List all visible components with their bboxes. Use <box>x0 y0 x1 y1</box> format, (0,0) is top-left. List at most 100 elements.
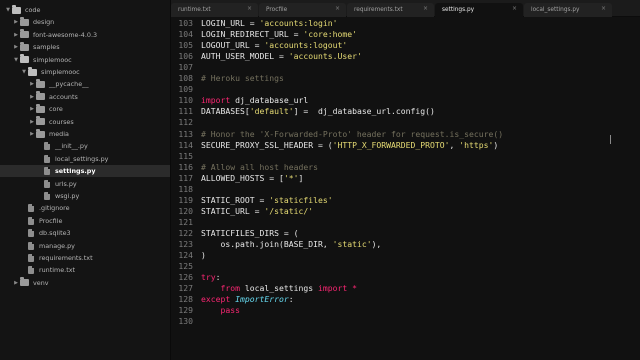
file-item[interactable]: .gitignore <box>0 202 170 214</box>
file-item[interactable]: urls.py <box>0 178 170 190</box>
code-token: 'accounts:login' <box>259 18 338 28</box>
code-line: 129 pass <box>171 305 640 316</box>
tree-item-label: code <box>25 6 41 14</box>
tab-settings-py[interactable]: settings.py × <box>435 3 523 17</box>
code-editor[interactable]: 103 LOGIN_URL = 'accounts:login' 104 LOGIN_… <box>171 17 640 360</box>
disclosure-closed-icon[interactable]: ▶ <box>12 32 20 38</box>
close-tab-icon[interactable]: × <box>601 5 606 12</box>
close-tab-icon[interactable]: × <box>247 5 252 12</box>
code-token: STATIC_ROOT = <box>201 194 270 205</box>
line-number: 121 <box>178 216 193 227</box>
file-icon <box>44 192 50 200</box>
line-number: 130 <box>178 316 193 327</box>
code-token: ImportError <box>235 294 289 305</box>
disclosure-closed-icon[interactable]: ▶ <box>12 44 20 50</box>
folder-item[interactable]: ▼ code <box>0 4 170 16</box>
folder-item[interactable]: ▶ font-awesome-4.0.3 <box>0 29 170 41</box>
folder-item[interactable]: ▶ samples <box>0 41 170 53</box>
file-item[interactable]: wsgi.py <box>0 190 170 202</box>
tab-procfile[interactable]: Procfile × <box>259 3 346 17</box>
tab-local-settings-py[interactable]: local_settings.py × <box>524 3 612 17</box>
disclosure-closed-icon[interactable]: ▶ <box>12 280 20 286</box>
line-number: 127 <box>178 283 193 294</box>
editor-window: ▼ code ▶ design ▶ font-awesome-4.0.3 ▶ samples ▼… <box>0 0 640 360</box>
disclosure-closed-icon[interactable]: ▶ <box>28 131 36 137</box>
folder-icon <box>36 91 45 101</box>
folder-item[interactable]: ▶ media <box>0 128 170 140</box>
code-text: pass <box>201 305 241 316</box>
code-text: SECURE_PROXY_SSL_HEADER = ('HTTP_X_FORWA… <box>201 140 498 151</box>
file-item[interactable]: Procfile <box>0 215 170 227</box>
file-item[interactable]: local_settings.py <box>0 153 170 165</box>
disclosure-closed-icon[interactable]: ▶ <box>12 19 20 25</box>
folder-item[interactable]: ▼ simplemooc <box>0 54 170 66</box>
code-line: 112 <box>171 117 640 128</box>
folder-item[interactable]: ▶ core <box>0 103 170 115</box>
file-item[interactable]: runtime.txt <box>0 264 170 276</box>
file-icon <box>44 142 50 151</box>
code-line: 126 try: <box>171 272 640 283</box>
code-token: SECURE_PROXY_SSL_HEADER = ( <box>201 139 333 150</box>
folder-icon <box>36 116 45 126</box>
close-tab-icon[interactable]: × <box>335 5 340 12</box>
code-token: DATABASES[ <box>201 106 250 117</box>
close-tab-icon[interactable]: × <box>512 5 517 12</box>
code-token: from <box>220 283 241 294</box>
file-item[interactable]: settings.py <box>0 165 170 178</box>
disclosure-open-icon[interactable]: ▼ <box>20 69 28 75</box>
line-number: 112 <box>178 117 193 128</box>
code-line: 115 <box>171 151 640 162</box>
code-token: os.path.join(BASE_DIR, <box>201 239 333 249</box>
tab-label: Procfile <box>266 7 288 13</box>
line-number: 118 <box>178 183 193 194</box>
folder-item[interactable]: ▶ courses <box>0 116 170 128</box>
folder-icon <box>36 103 45 113</box>
tree-item-label: .gitignore <box>39 204 70 213</box>
folder-item[interactable]: ▶ design <box>0 16 170 28</box>
disclosure-closed-icon[interactable]: ▶ <box>28 106 36 112</box>
line-number: 128 <box>178 294 193 305</box>
file-item[interactable]: __init__.py <box>0 140 170 152</box>
tree-item-label: db.sqlite3 <box>39 229 71 238</box>
disclosure-open-icon[interactable]: ▼ <box>12 57 20 63</box>
close-tab-icon[interactable]: × <box>423 5 428 12</box>
file-item[interactable]: db.sqlite3 <box>0 227 170 239</box>
line-number: 120 <box>178 205 193 216</box>
code-text: LOGIN_REDIRECT_URL = 'core:home' <box>201 29 357 40</box>
code-token: pass <box>220 305 241 316</box>
line-number: 125 <box>178 261 193 272</box>
code-text: # Heroku settings <box>201 73 284 84</box>
code-line: 108 # Heroku settings <box>171 73 640 84</box>
code-line: 116 # Allow all host headers <box>171 162 640 173</box>
file-item[interactable]: manage.py <box>0 240 170 252</box>
code-token: except <box>201 294 231 305</box>
tab-label: runtime.txt <box>178 7 211 13</box>
tree-item-label: simplemooc <box>41 68 80 76</box>
tab-requirements-txt[interactable]: requirements.txt × <box>347 3 434 17</box>
tab-runtime-txt[interactable]: runtime.txt × <box>171 3 258 17</box>
code-token: 'static' <box>332 239 372 249</box>
disclosure-closed-icon[interactable]: ▶ <box>28 94 36 100</box>
code-text: STATIC_ROOT = 'staticfiles' <box>201 195 333 206</box>
tree-item-label: media <box>49 130 69 138</box>
file-item[interactable]: requirements.txt <box>0 252 170 264</box>
code-text: DATABASES['default'] = dj_database_url.c… <box>201 106 435 117</box>
code-token: , <box>449 139 460 150</box>
line-number: 109 <box>178 84 193 95</box>
tree-item-label: manage.py <box>39 241 75 250</box>
folder-item[interactable]: ▼ simplemooc <box>0 66 170 78</box>
folder-item[interactable]: ▶ accounts <box>0 91 170 103</box>
disclosure-closed-icon[interactable]: ▶ <box>28 81 36 87</box>
folder-icon <box>20 277 29 287</box>
folder-item[interactable]: ▶ venv <box>0 277 170 289</box>
code-token: LOGOUT_URL = <box>201 40 265 51</box>
folder-item[interactable]: ▶ __pycache__ <box>0 78 170 90</box>
code-line: 113 # Honor the 'X-Forwarded-Proto' heade… <box>171 129 640 140</box>
line-number: 119 <box>178 194 193 205</box>
disclosure-closed-icon[interactable]: ▶ <box>28 119 36 125</box>
file-icon <box>28 216 34 225</box>
code-line: 103 LOGIN_URL = 'accounts:login' <box>171 18 640 29</box>
disclosure-open-icon[interactable]: ▼ <box>4 7 12 13</box>
